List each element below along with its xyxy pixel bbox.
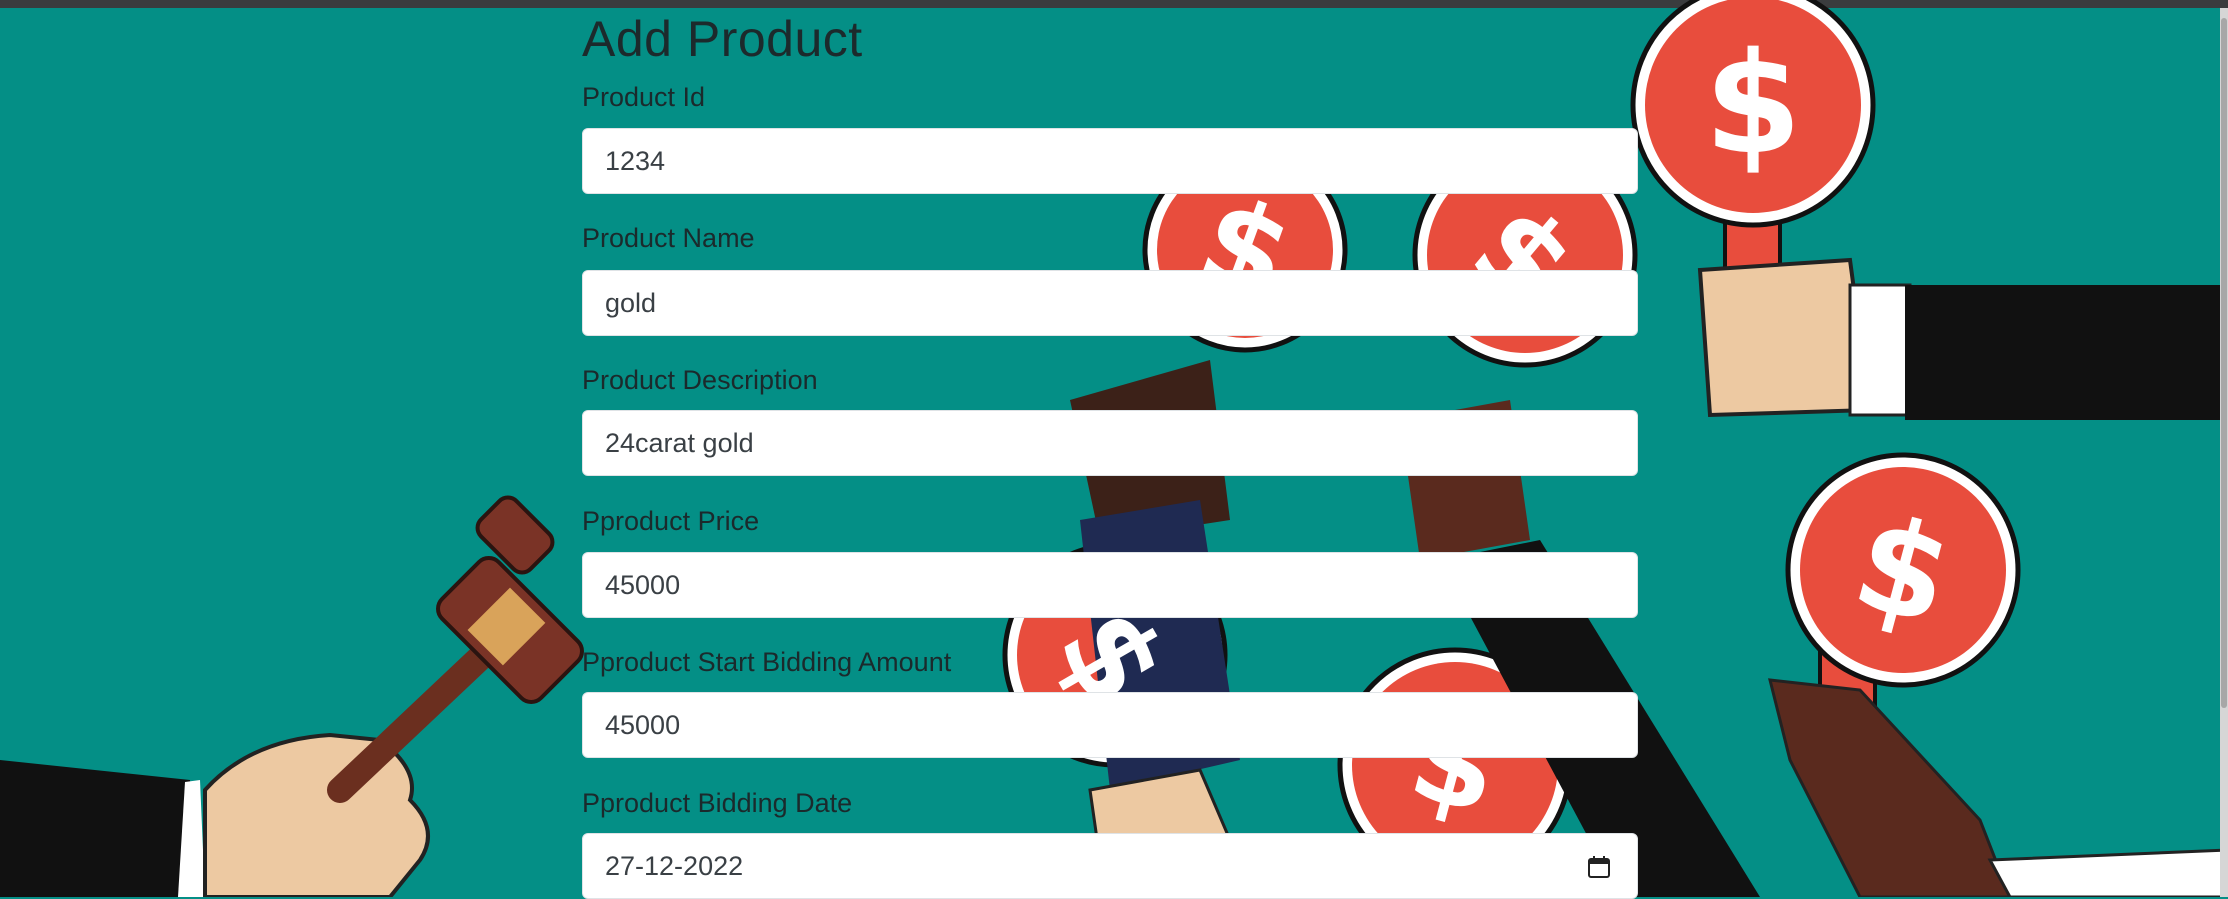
bidding-date-value: 27-12-2022 xyxy=(605,850,744,881)
start-bidding-amount-label: Pproduct Start Bidding Amount xyxy=(582,647,952,677)
product-price-label: Pproduct Price xyxy=(582,506,760,536)
product-description-value: 24carat gold xyxy=(605,427,754,458)
svg-text:$: $ xyxy=(1704,23,1801,186)
vertical-scrollbar[interactable] xyxy=(2220,8,2228,897)
start-bidding-amount-input[interactable]: 45000 xyxy=(582,692,1638,758)
product-price-input[interactable]: 45000 xyxy=(582,552,1638,618)
product-name-label: Product Name xyxy=(582,223,755,253)
product-name-value: gold xyxy=(605,287,657,318)
product-id-input[interactable]: 1234 xyxy=(582,128,1638,194)
bidding-date-input[interactable]: 27-12-2022 xyxy=(582,833,1638,899)
right-paddles-illustration: $ $ xyxy=(1630,0,2228,897)
paddle-illustrations: $ $ $ $ xyxy=(1002,142,1760,897)
scrollbar-thumb[interactable] xyxy=(2221,18,2227,708)
gavel-illustration xyxy=(0,495,584,897)
calendar-icon[interactable] xyxy=(1587,855,1611,879)
product-price-value: 45000 xyxy=(605,569,681,600)
form-title: Add Product xyxy=(582,11,863,67)
bidding-date-label: Pproduct Bidding Date xyxy=(582,788,853,818)
product-description-input[interactable]: 24carat gold xyxy=(582,410,1638,476)
product-description-label: Product Description xyxy=(582,365,818,395)
product-id-value: 1234 xyxy=(605,145,666,176)
product-name-input[interactable]: gold xyxy=(582,270,1638,336)
start-bidding-amount-value: 45000 xyxy=(605,709,681,740)
product-id-label: Product Id xyxy=(582,82,706,112)
